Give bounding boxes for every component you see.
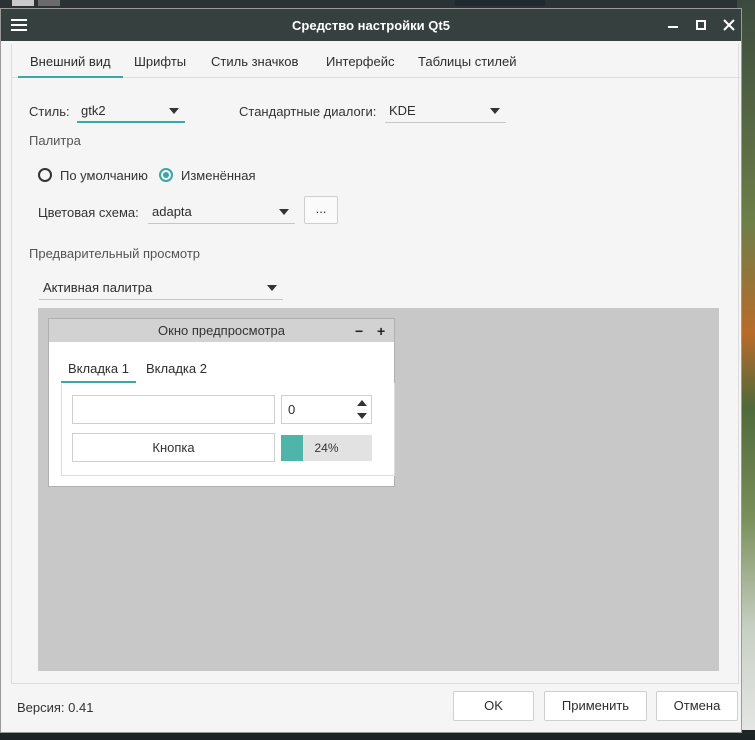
palette-select-value: Активная палитра (43, 280, 153, 295)
tab-bar: Внешний вид Шрифты Стиль значков Интерфе… (12, 44, 740, 78)
ok-button[interactable]: OK (453, 691, 534, 721)
chevron-down-icon (169, 108, 179, 114)
radio-custom-label[interactable]: Изменённая (181, 168, 256, 183)
dialogs-combo[interactable]: KDE (385, 99, 506, 123)
dialogs-label: Стандартные диалоги: (239, 104, 377, 119)
spin-down-icon[interactable] (357, 413, 367, 419)
preview-window-titlebar: Окно предпросмотра − + (49, 319, 394, 342)
titlebar: Средство настройки Qt5 (1, 9, 741, 41)
preview-tab-2[interactable]: Вкладка 2 (139, 355, 214, 383)
preview-heading: Предварительный просмотр (29, 246, 201, 261)
color-scheme-combo[interactable]: adapta (148, 200, 295, 224)
tab-stylesheets[interactable]: Таблицы стилей (406, 44, 529, 78)
style-combo[interactable]: gtk2 (77, 99, 185, 123)
preview-button[interactable]: Кнопка (72, 433, 275, 462)
maximize-button[interactable] (691, 15, 711, 35)
chevron-down-icon (279, 209, 289, 215)
preview-tab-content: 0 Кнопка 24% (61, 383, 395, 476)
cancel-button[interactable]: Отмена (656, 691, 738, 721)
close-button[interactable] (719, 15, 739, 35)
style-label: Стиль: (29, 104, 70, 119)
chevron-down-icon (490, 108, 500, 114)
radio-default[interactable] (38, 168, 52, 182)
tab-appearance[interactable]: Внешний вид (18, 44, 123, 78)
preview-minimize-icon[interactable]: − (355, 319, 363, 343)
preview-tab-1[interactable]: Вкладка 1 (61, 355, 136, 383)
window-title: Средство настройки Qt5 (292, 17, 450, 33)
preview-spinbox[interactable]: 0 (281, 395, 372, 424)
preview-window: Окно предпросмотра − + Вкладка 1 Вкладка… (48, 318, 395, 487)
radio-default-label[interactable]: По умолчанию (60, 168, 148, 183)
version-label: Версия: 0.41 (17, 700, 94, 715)
dialogs-combo-value: KDE (389, 103, 416, 118)
window-menu-icon[interactable] (11, 17, 27, 33)
preview-progress-bar: 24% (281, 435, 372, 461)
style-combo-value: gtk2 (81, 103, 106, 118)
color-scheme-value: adapta (152, 204, 192, 219)
tab-panel: Внешний вид Шрифты Стиль значков Интерфе… (11, 44, 740, 684)
palette-heading: Палитра (29, 133, 81, 148)
radio-custom[interactable] (159, 168, 173, 182)
desktop-top-panel (0, 0, 755, 8)
preview-line-edit[interactable] (72, 395, 275, 424)
preview-area: Окно предпросмотра − + Вкладка 1 Вкладка… (38, 308, 719, 671)
spin-up-icon[interactable] (357, 400, 367, 406)
close-icon (723, 19, 735, 31)
preview-maximize-icon[interactable]: + (377, 319, 385, 343)
chevron-down-icon (267, 285, 277, 291)
system-tray (455, 0, 545, 6)
color-scheme-label: Цветовая схема: (38, 205, 139, 220)
minimize-button[interactable] (663, 15, 683, 35)
color-scheme-edit-button[interactable]: ... (304, 196, 338, 224)
panel-launcher[interactable] (12, 0, 34, 6)
preview-window-title: Окно предпросмотра (158, 323, 285, 338)
maximize-icon (696, 20, 706, 30)
apply-button[interactable]: Применить (544, 691, 647, 721)
progress-text: 24% (314, 441, 339, 455)
qt5ct-window: Средство настройки Qt5 Внешний вид Шрифт… (0, 8, 742, 733)
tab-interface[interactable]: Интерфейс (314, 44, 406, 78)
tab-fonts[interactable]: Шрифты (122, 44, 198, 78)
tab-icon-style[interactable]: Стиль значков (199, 44, 310, 78)
minimize-icon (668, 26, 678, 28)
palette-select-combo[interactable]: Активная палитра (39, 276, 283, 300)
panel-launcher[interactable] (38, 0, 60, 6)
preview-spinbox-value: 0 (288, 402, 296, 417)
